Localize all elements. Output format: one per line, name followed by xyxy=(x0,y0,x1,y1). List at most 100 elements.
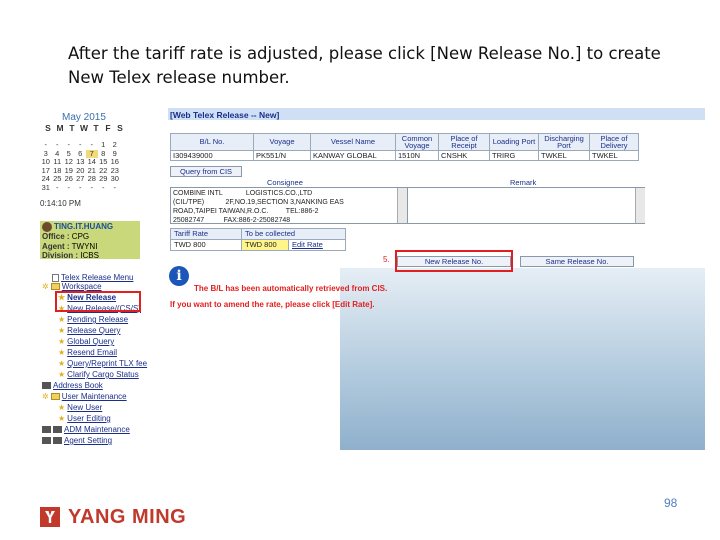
menu-label: Release Query xyxy=(67,326,121,335)
menu-item-resend-email[interactable]: ★ Resend Email xyxy=(58,348,117,357)
menu-item-pending-release[interactable]: ★ Pending Release xyxy=(58,315,128,324)
menu-item-new-user[interactable]: ★ New User xyxy=(58,403,102,412)
calendar-week: 31- - - - - - xyxy=(40,182,121,193)
clock: 0:14:10 PM xyxy=(40,199,81,208)
menu-item-query-reprint[interactable]: ★ Query/Reprint TLX fee xyxy=(58,359,147,368)
cell-common-voyage[interactable]: 1510N xyxy=(395,150,439,161)
star-icon: ★ xyxy=(58,370,66,380)
step-number: 5. xyxy=(383,255,390,264)
col-discharging-port: Discharging Port xyxy=(538,133,590,151)
consignee-textarea[interactable]: COMBINE INTL LOGISTICS.CO.,LTD (CIL/TPE)… xyxy=(170,187,407,224)
col-place-of-delivery: Place of Delivery xyxy=(589,133,639,151)
menu-label: Pending Release xyxy=(67,315,129,324)
folder-icon xyxy=(42,382,51,390)
query-from-cis-button[interactable]: Query from CIS xyxy=(170,166,242,177)
col-bl-no: B/L No. xyxy=(170,133,254,151)
user-info: TING.IT.HUANG Office : CPG Agent : TWYNI… xyxy=(40,221,140,260)
cell-bl-no[interactable]: I309439000 xyxy=(170,150,254,161)
cell-discharging-port[interactable]: TWKEL xyxy=(538,150,590,161)
new-release-no-highlight xyxy=(395,250,513,272)
weekday: W xyxy=(79,123,89,133)
background-sky xyxy=(340,268,705,450)
folder-icon xyxy=(53,437,62,445)
star-icon: ★ xyxy=(58,359,66,369)
menu-item-clarify-cargo[interactable]: ★ Clarify Cargo Status xyxy=(58,370,139,379)
menu-label: Address Book xyxy=(53,381,103,390)
logo-text: YANG MING xyxy=(68,506,187,528)
edit-rate-link[interactable]: Edit Rate xyxy=(292,240,323,249)
col-voyage: Voyage xyxy=(253,133,311,151)
menu-item-release-query[interactable]: ★ Release Query xyxy=(58,326,121,335)
cell-loading-port[interactable]: TRIRG xyxy=(489,150,539,161)
cell-vessel-name[interactable]: KANWAY GLOBAL xyxy=(310,150,396,161)
col-loading-port: Loading Port xyxy=(489,133,539,151)
menu-label: ADM Maintenance xyxy=(64,425,130,434)
folder-icon xyxy=(53,426,62,434)
remark-textarea[interactable] xyxy=(407,187,645,224)
calendar-grid: - - - - -1 2 3 4 5 6 7 8 9 10 11 12 13 14 15 16 17 18 19 20 21 22… xyxy=(40,140,121,193)
menu-label: New User xyxy=(67,403,103,412)
cell-place-of-delivery[interactable]: TWKEL xyxy=(589,150,639,161)
folder-open-icon xyxy=(50,283,60,291)
edit-rate-cell: Edit Rate xyxy=(288,239,346,251)
col-tariff-rate: Tariff Rate xyxy=(170,228,242,240)
new-release-highlight xyxy=(55,291,141,312)
info-icon: i xyxy=(169,266,189,286)
weekday: M xyxy=(56,123,64,133)
menu-item-telex-release-menu[interactable]: Telex Release Menu xyxy=(52,273,133,282)
calendar-day[interactable]: 31 xyxy=(40,183,52,193)
menu-item-workspace[interactable]: ✲ Workspace xyxy=(42,282,102,291)
office-value: CPG xyxy=(71,232,90,241)
menu-label: Telex Release Menu xyxy=(61,273,134,282)
weekday: F xyxy=(105,123,111,133)
collected-value[interactable]: TWD 800 xyxy=(241,239,289,251)
rate-header-row: Tariff Rate To be collected xyxy=(170,228,346,240)
folder-icon xyxy=(42,437,51,445)
calendar-day: - xyxy=(113,182,117,192)
user-avatar-icon xyxy=(42,222,52,232)
calendar-day: - xyxy=(67,182,71,192)
calendar-day: - xyxy=(56,182,59,192)
col-to-be-collected: To be collected xyxy=(241,228,346,240)
weekday: T xyxy=(93,123,99,133)
cell-voyage[interactable]: PK551/N xyxy=(253,150,311,161)
yang-ming-logo-icon xyxy=(40,507,60,527)
menu-item-address-book[interactable]: Address Book xyxy=(42,381,103,390)
col-vessel-name: Vessel Name xyxy=(310,133,396,151)
star-icon: ★ xyxy=(58,414,66,424)
menu-item-global-query[interactable]: ★ Global Query xyxy=(58,337,114,346)
menu-label: Resend Email xyxy=(67,348,117,357)
folder-open-icon xyxy=(50,393,60,401)
menu-label: User Editing xyxy=(67,414,111,423)
weekday: S xyxy=(45,123,51,133)
menu-label: Global Query xyxy=(67,337,115,346)
app-screenshot: May 2015 SMTWTFS - - - - -1 2 3 4 5 6 7 8 9 10 11 12 13 1… xyxy=(40,108,705,450)
menu-label: Agent Setting xyxy=(64,436,113,445)
auto-retrieved-message: The B/L has been automatically retrieved… xyxy=(194,284,388,293)
menu-item-adm-maintenance[interactable]: ADM Maintenance xyxy=(42,425,130,434)
agent-value: TWYNI xyxy=(71,241,98,251)
tariff-rate-value: TWD 800 xyxy=(170,239,242,251)
calendar-weekdays: SMTWTFS xyxy=(42,123,126,133)
consignee-label: Consignee xyxy=(267,178,303,187)
star-icon: ★ xyxy=(58,348,66,358)
calendar-title: May 2015 xyxy=(62,112,106,123)
weekday: T xyxy=(69,123,75,133)
office-label: Office : xyxy=(42,232,70,241)
menu-label: Workspace xyxy=(61,282,102,291)
folder-icon xyxy=(42,426,51,434)
menu-item-user-editing[interactable]: ★ User Editing xyxy=(58,414,111,423)
cell-place-of-receipt[interactable]: CNSHK xyxy=(438,150,490,161)
division-value: ICBS xyxy=(80,251,99,260)
consignee-scrollbar[interactable] xyxy=(397,188,407,223)
menu-label: Query/Reprint TLX fee xyxy=(67,359,148,368)
slide-caption: After the tariff rate is adjusted, pleas… xyxy=(68,44,661,87)
page-title: [Web Telex Release -- New] xyxy=(170,110,280,120)
remark-scrollbar[interactable] xyxy=(635,188,645,223)
col-place-of-receipt: Place of Receipt xyxy=(438,133,490,151)
same-release-no-button[interactable]: Same Release No. xyxy=(520,256,634,267)
menu-item-agent-setting[interactable]: Agent Setting xyxy=(42,436,112,445)
page-icon xyxy=(52,273,59,282)
menu-item-user-maintenance[interactable]: ✲ User Maintenance xyxy=(42,392,127,401)
star-icon: ★ xyxy=(58,403,66,413)
